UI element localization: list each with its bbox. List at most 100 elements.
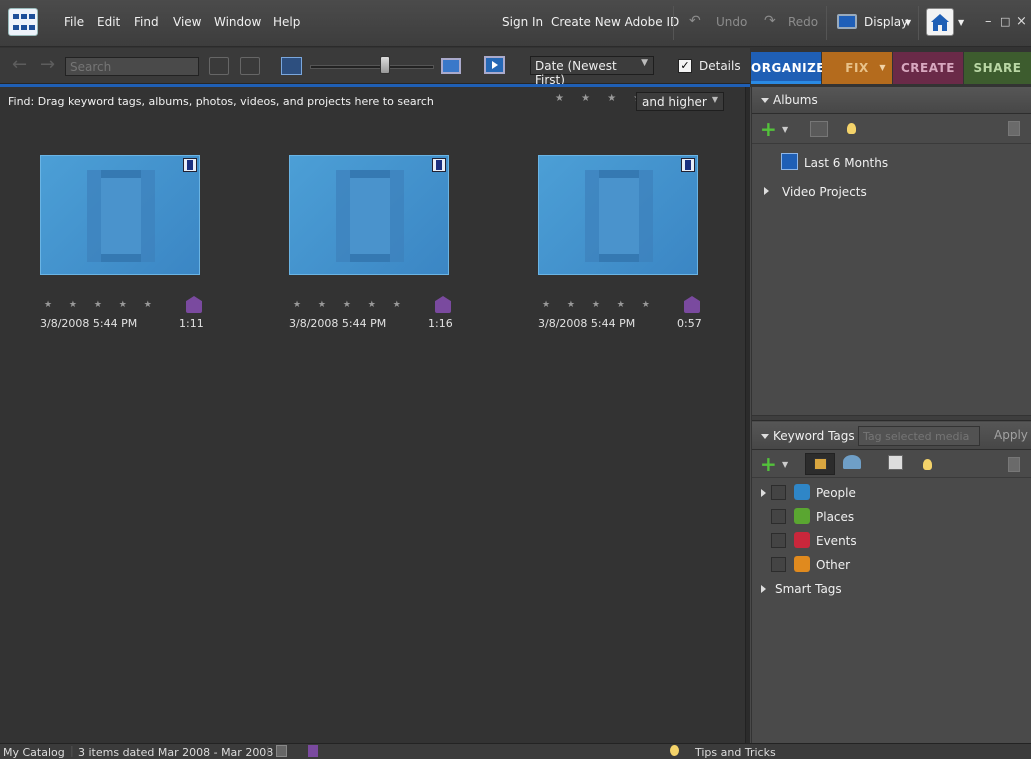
people-checkbox[interactable] bbox=[771, 485, 786, 500]
panel-resize-handle[interactable] bbox=[752, 416, 1031, 421]
rating-filter-select[interactable]: and higher ▼ bbox=[636, 92, 724, 111]
item-rating-stars[interactable]: ★ ★ ★ ★ ★ bbox=[542, 300, 657, 310]
events-checkbox[interactable] bbox=[771, 533, 786, 548]
chevron-down-icon[interactable]: ▼ bbox=[879, 52, 886, 84]
lightbulb-icon bbox=[670, 745, 679, 756]
version-set-icon[interactable] bbox=[240, 57, 260, 75]
thumbnail-grid-icon[interactable] bbox=[281, 57, 302, 75]
divider: | bbox=[70, 744, 74, 757]
tab-fix-label: FIX bbox=[845, 61, 869, 75]
trash-icon[interactable] bbox=[1008, 457, 1020, 472]
panel-splitter[interactable] bbox=[745, 87, 751, 743]
stack-icon[interactable] bbox=[209, 57, 229, 75]
edit-album-icon[interactable] bbox=[810, 121, 828, 137]
items-summary: 3 items dated Mar 2008 - Mar 2008 bbox=[78, 746, 274, 759]
tag-icon[interactable] bbox=[186, 296, 202, 313]
rating-filter-value: and higher bbox=[642, 95, 707, 109]
media-thumbnail[interactable] bbox=[289, 155, 449, 275]
expand-triangle-icon[interactable] bbox=[761, 489, 766, 497]
minimize-icon[interactable]: – bbox=[985, 14, 992, 29]
film-strip-graphic bbox=[585, 170, 653, 262]
single-photo-view-icon[interactable] bbox=[441, 58, 461, 74]
thumbnail-size-slider[interactable] bbox=[310, 65, 434, 69]
item-date: 3/8/2008 5:44 PM bbox=[289, 317, 387, 330]
tab-create[interactable]: CREATE bbox=[893, 52, 963, 84]
tag-icon[interactable] bbox=[435, 296, 451, 313]
menu-view[interactable]: View bbox=[173, 15, 201, 29]
album-last-6-months[interactable]: Last 6 Months bbox=[804, 156, 888, 170]
other-checkbox[interactable] bbox=[771, 557, 786, 572]
create-adobe-id-link[interactable]: Create New Adobe ID bbox=[551, 15, 679, 29]
menu-file[interactable]: File bbox=[64, 15, 84, 29]
tab-organize[interactable]: ORGANIZE bbox=[751, 52, 824, 84]
tag-view-toggle[interactable] bbox=[805, 453, 835, 475]
collapse-triangle-icon[interactable] bbox=[761, 98, 769, 103]
cloud-tag-icon[interactable] bbox=[843, 455, 861, 469]
album-icon bbox=[781, 153, 798, 170]
menu-window[interactable]: Window bbox=[214, 15, 261, 29]
monitor-icon bbox=[837, 14, 857, 29]
trash-icon[interactable] bbox=[1008, 121, 1020, 136]
tag-icon[interactable] bbox=[308, 745, 318, 757]
chevron-down-icon[interactable]: ▼ bbox=[958, 18, 964, 27]
add-tag-icon[interactable]: + bbox=[760, 454, 777, 474]
apply-button[interactable]: Apply bbox=[994, 428, 1028, 442]
tag-places-label[interactable]: Places bbox=[816, 510, 854, 524]
redo-button[interactable]: Redo bbox=[788, 15, 818, 29]
chevron-down-icon[interactable]: ▼ bbox=[782, 460, 788, 469]
face-tagging-icon[interactable] bbox=[888, 455, 903, 470]
search-input[interactable] bbox=[65, 57, 199, 76]
tag-icon[interactable] bbox=[684, 296, 700, 313]
albums-panel bbox=[752, 87, 1031, 415]
details-checkbox[interactable]: ✓ bbox=[678, 59, 692, 73]
keyword-tags-title: Keyword Tags bbox=[773, 429, 855, 443]
undo-button[interactable]: Undo bbox=[716, 15, 747, 29]
media-thumbnail[interactable] bbox=[538, 155, 698, 275]
item-rating-stars[interactable]: ★ ★ ★ ★ ★ bbox=[293, 300, 408, 310]
tag-other-label[interactable]: Other bbox=[816, 558, 850, 572]
maximize-icon[interactable]: □ bbox=[1000, 15, 1010, 28]
expand-triangle-icon[interactable] bbox=[761, 585, 766, 593]
back-arrow-icon[interactable]: ← bbox=[12, 56, 32, 74]
smart-tags-label[interactable]: Smart Tags bbox=[775, 582, 842, 596]
tab-fix[interactable]: FIX ▼ bbox=[822, 52, 892, 84]
tag-people-label[interactable]: People bbox=[816, 486, 856, 500]
media-thumbnail[interactable] bbox=[40, 155, 200, 275]
active-mode-rule bbox=[0, 84, 750, 87]
divider bbox=[752, 143, 1031, 144]
lightbulb-icon[interactable] bbox=[923, 459, 932, 470]
places-checkbox[interactable] bbox=[771, 509, 786, 524]
slider-thumb[interactable] bbox=[380, 56, 390, 74]
slideshow-icon[interactable] bbox=[484, 56, 505, 74]
home-icon[interactable] bbox=[926, 8, 954, 36]
item-date: 3/8/2008 5:44 PM bbox=[538, 317, 636, 330]
collapse-triangle-icon[interactable] bbox=[761, 434, 769, 439]
album-video-projects[interactable]: Video Projects bbox=[782, 185, 867, 199]
menu-help[interactable]: Help bbox=[273, 15, 300, 29]
expand-triangle-icon[interactable] bbox=[764, 187, 769, 195]
item-rating-stars[interactable]: ★ ★ ★ ★ ★ bbox=[44, 300, 159, 310]
chevron-down-icon[interactable]: ▼ bbox=[782, 125, 788, 134]
menu-bar: File Edit Find View Window Help Sign In … bbox=[0, 0, 1031, 47]
tag-icon bbox=[814, 458, 827, 470]
lightbulb-icon[interactable] bbox=[847, 123, 856, 134]
places-tag-icon bbox=[794, 508, 810, 524]
tips-and-tricks-link[interactable]: Tips and Tricks bbox=[695, 746, 776, 759]
add-album-icon[interactable]: + bbox=[760, 119, 777, 139]
missing-file-icon[interactable] bbox=[276, 745, 287, 757]
organizer-grid-icon[interactable] bbox=[8, 8, 38, 36]
item-duration: 0:57 bbox=[677, 317, 702, 330]
tag-events-label[interactable]: Events bbox=[816, 534, 857, 548]
menu-find[interactable]: Find bbox=[134, 15, 159, 29]
tab-share[interactable]: SHARE bbox=[964, 52, 1031, 84]
forward-arrow-icon[interactable]: → bbox=[40, 56, 60, 74]
display-menu-button[interactable]: Display bbox=[864, 15, 908, 29]
item-duration: 1:16 bbox=[428, 317, 453, 330]
sort-order-select[interactable]: Date (Newest First) ▼ bbox=[530, 56, 654, 87]
menu-edit[interactable]: Edit bbox=[97, 15, 120, 29]
tag-selected-media-input[interactable] bbox=[858, 426, 980, 446]
catalog-name[interactable]: My Catalog bbox=[3, 746, 65, 759]
close-icon[interactable]: × bbox=[1016, 14, 1027, 29]
sign-in-link[interactable]: Sign In bbox=[502, 15, 543, 29]
item-duration: 1:11 bbox=[179, 317, 204, 330]
